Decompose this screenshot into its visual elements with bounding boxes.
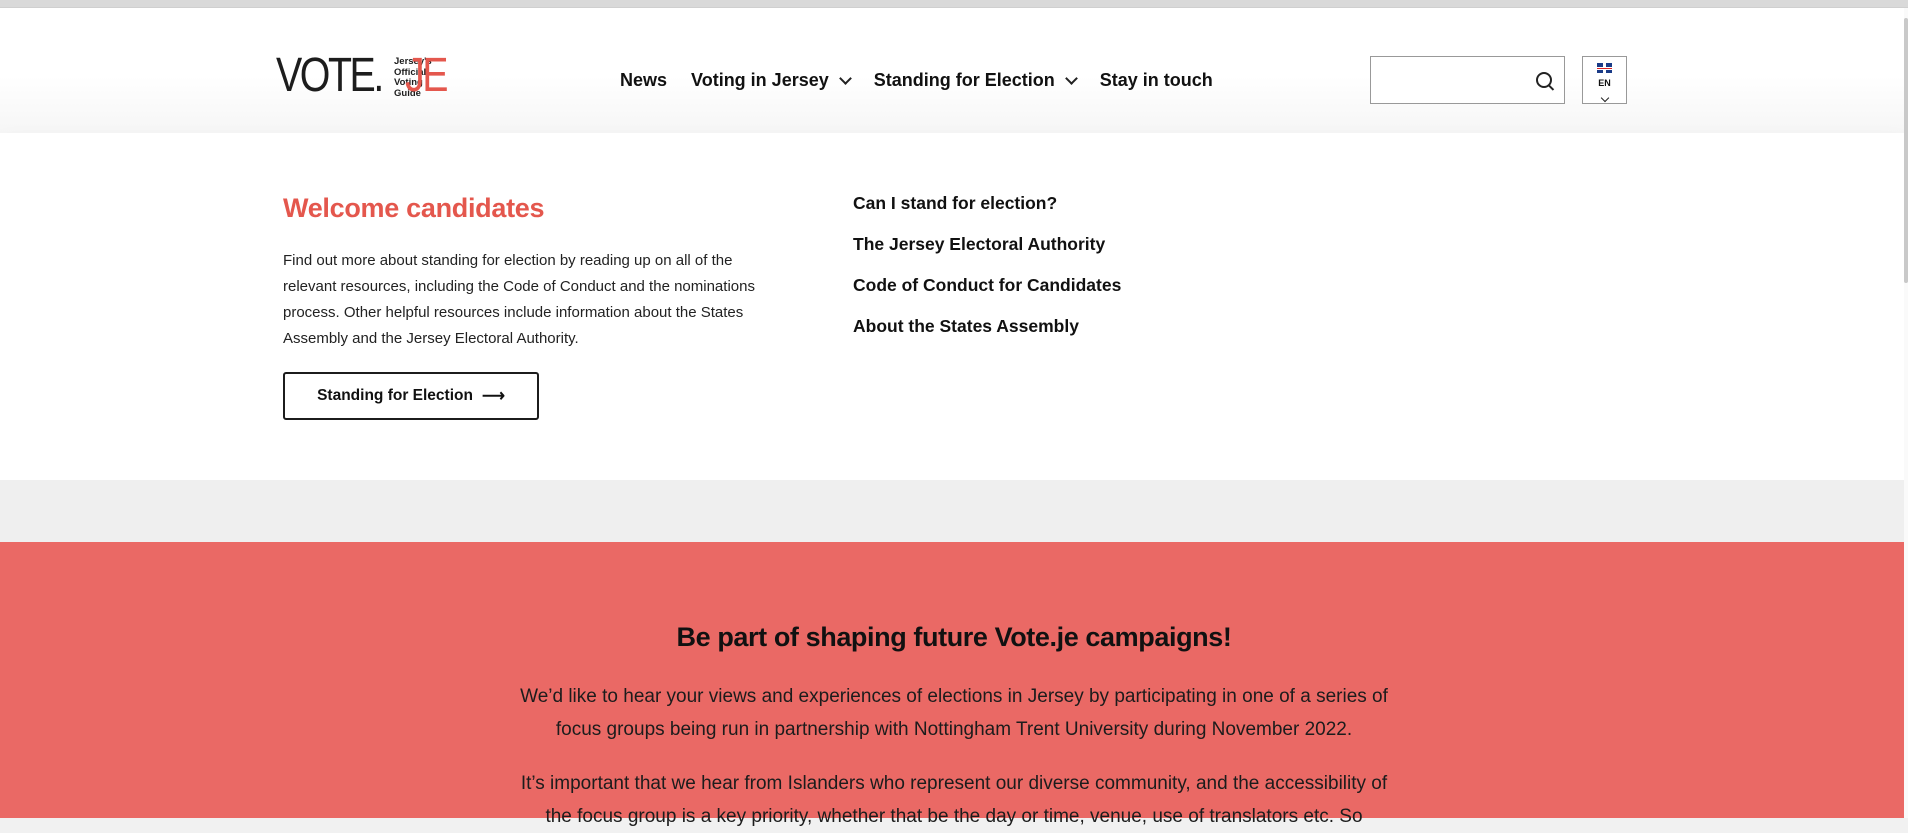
nav-item-stay-in-touch[interactable]: Stay in touch [1100, 70, 1213, 91]
dropdown-link-code-of-conduct[interactable]: Code of Conduct for Candidates [853, 275, 1121, 316]
nav-item-label: News [620, 70, 668, 90]
dropdown-link-can-i-stand[interactable]: Can I stand for election? [853, 193, 1121, 234]
nav-item-label: Stay in touch [1099, 70, 1213, 90]
search-box [1370, 56, 1565, 104]
dropdown-description: Find out more about standing for electio… [283, 252, 755, 347]
dropdown-link-states-assembly[interactable]: About the States Assembly [853, 316, 1121, 357]
main-nav: News Voting in Jersey Standing for Elect… [620, 70, 1237, 91]
banner-paragraph: It’s important that we hear from Islande… [520, 773, 1388, 827]
logo-wordmark: VOTE. JE [276, 49, 449, 102]
browser-top-border [0, 0, 1908, 8]
banner-paragraph: We’d like to hear your views and experie… [520, 686, 1388, 740]
chevron-down-icon [1600, 93, 1609, 103]
page-background-band [0, 480, 1908, 542]
search-icon[interactable] [1536, 72, 1552, 88]
scrollbar-thumb[interactable] [1904, 18, 1908, 283]
nav-item-news[interactable]: News [620, 70, 667, 91]
logo-je: JE [405, 49, 448, 102]
uk-flag-icon [1597, 63, 1612, 73]
dropdown-links: Can I stand for election? The Jersey Ele… [853, 193, 1121, 357]
logo-vote: VOTE. [276, 49, 384, 102]
chevron-down-icon [1064, 71, 1078, 85]
arrow-right-icon: ⟶ [481, 388, 505, 405]
banner-title: Be part of shaping future Vote.je campai… [676, 622, 1232, 652]
campaign-banner: Be part of shaping future Vote.je campai… [0, 542, 1908, 827]
standing-for-election-dropdown: Welcome candidates Find out more about s… [0, 133, 1904, 480]
chevron-down-icon [838, 71, 852, 85]
dropdown-title: Welcome candidates [283, 193, 545, 223]
search-input[interactable] [1371, 57, 1541, 101]
dropdown-link-electoral-authority[interactable]: The Jersey Electoral Authority [853, 234, 1121, 275]
language-code: EN [1598, 78, 1611, 88]
page-scrollbar[interactable] [1904, 8, 1908, 818]
language-selector[interactable]: EN [1582, 56, 1627, 104]
nav-item-standing-for-election[interactable]: Standing for Election [873, 70, 1078, 91]
site-logo[interactable]: VOTE. JE Jersey's Official Voting Guide [276, 49, 449, 104]
site-header: VOTE. JE Jersey's Official Voting Guide N… [0, 8, 1904, 133]
nav-item-label: Voting in Jersey [691, 70, 829, 90]
nav-item-voting-in-jersey[interactable]: Voting in Jersey [691, 70, 852, 91]
standing-for-election-button[interactable]: Standing for Election ⟶ [283, 372, 539, 420]
button-label: Standing for Election [317, 387, 473, 404]
nav-item-label: Standing for Election [873, 70, 1055, 90]
